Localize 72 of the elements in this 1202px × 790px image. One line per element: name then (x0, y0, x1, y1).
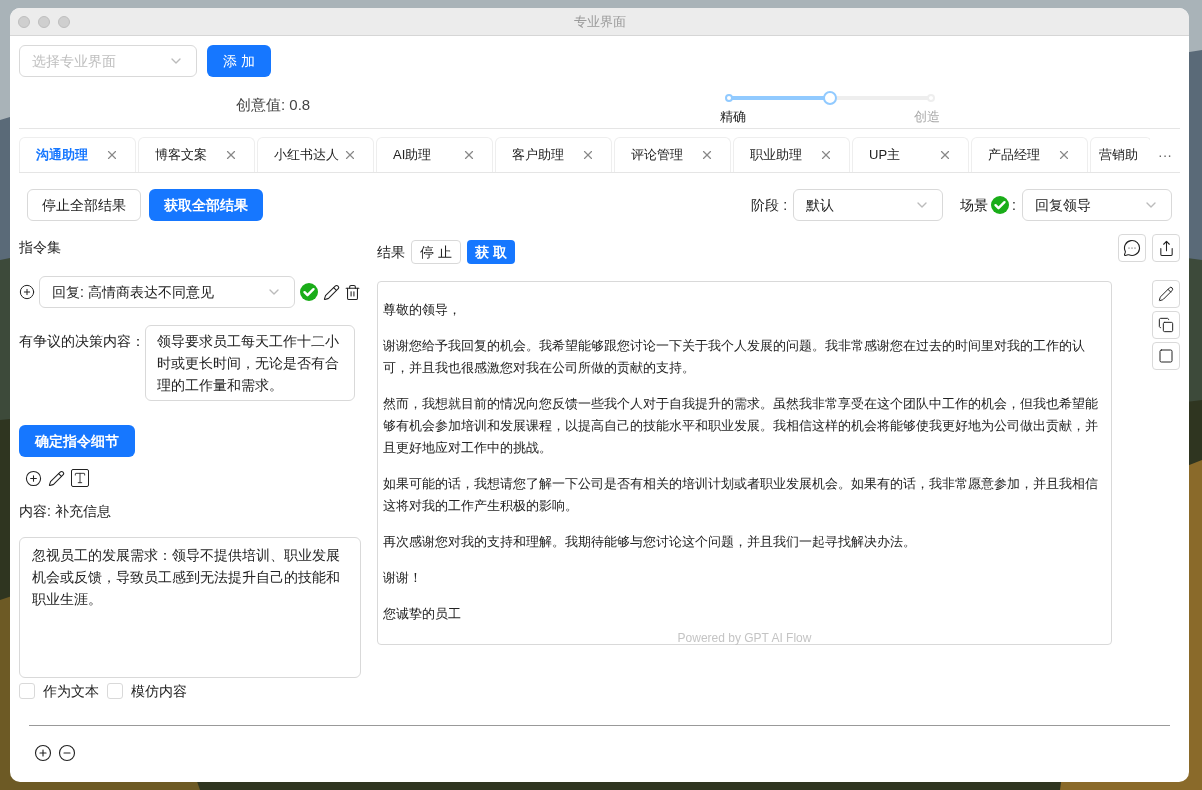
tab[interactable]: 博客文案 (138, 137, 255, 172)
chat-bubble-icon (1123, 239, 1141, 257)
stage-select[interactable]: 默认 (793, 189, 944, 221)
copy-icon (1158, 317, 1174, 333)
copy-button[interactable] (1152, 311, 1180, 339)
result-paragraph: 谢谢！ (383, 569, 423, 587)
close-icon[interactable] (224, 148, 238, 162)
result-paragraph: 您诚挚的员工 (383, 605, 462, 623)
more-tabs-button[interactable]: ··· (1150, 137, 1180, 172)
tab[interactable]: AI助理 (376, 137, 493, 172)
share-button[interactable] (1152, 234, 1180, 262)
decision-field[interactable]: 领导要求员工每天工作十二小时或更长时间，无论是否有合理的工作量和需求。 (145, 325, 355, 401)
confirm-instruction-button[interactable]: 确定指令细节 (19, 425, 135, 457)
add-circle-icon[interactable] (34, 744, 52, 762)
add-circle-icon[interactable] (19, 284, 35, 300)
powered-by-footer: Powered by GPT AI Flow (677, 629, 812, 647)
tab[interactable]: UP主 (852, 137, 969, 172)
creativity-value: 创意值: 0.8 (236, 95, 311, 115)
share-icon (1157, 239, 1175, 257)
text-box-icon[interactable] (71, 469, 89, 487)
close-icon[interactable] (105, 148, 119, 162)
checkbox[interactable] (107, 683, 123, 699)
checkbox-label: 模仿内容 (131, 682, 187, 701)
slider-min-label: 精确 (720, 108, 747, 126)
close-icon[interactable] (1057, 148, 1071, 162)
edit-button[interactable] (1152, 280, 1180, 308)
checkbox[interactable] (19, 683, 35, 699)
tab[interactable]: 营销助 (1090, 137, 1150, 172)
close-icon[interactable] (343, 148, 357, 162)
add-circle-icon[interactable] (25, 469, 42, 487)
stop-button[interactable]: 停 止 (411, 240, 461, 264)
tab[interactable]: 沟通助理 (19, 137, 136, 172)
scene-select[interactable]: 回复领导 (1022, 189, 1172, 221)
close-icon[interactable] (819, 148, 833, 162)
edit-icon[interactable] (323, 283, 340, 301)
field-label: 有争议的决策内容： (19, 332, 145, 351)
edit-icon[interactable] (48, 469, 65, 487)
stop-all-button[interactable]: 停止全部结果 (27, 189, 141, 221)
result-label: 结果 (377, 243, 405, 262)
scene-label: 场景 (960, 196, 989, 215)
result-paragraph: 尊敬的领导， (383, 301, 462, 319)
section-title: 指令集 (19, 238, 62, 257)
close-icon[interactable] (462, 148, 476, 162)
tab[interactable]: 小红书达人 (257, 137, 374, 172)
remove-circle-icon[interactable] (58, 744, 76, 762)
close-icon[interactable] (700, 148, 714, 162)
result-paragraph: 谢谢您给予我回复的机会。我希望能够跟您讨论一下关于我个人发展的问题。我非常感谢您在过去的时间里对我的工作的认可，并且我也很感激您对我在公司所做的贡献的支持。 (383, 337, 1086, 377)
result-paragraph: 再次感谢您对我的支持和理解。我期待能够与您讨论这个问题，并且我们一起寻找解决办法。 (383, 533, 917, 551)
result-paragraph: 然而，我想就目前的情况向您反馈一些我个人对于自我提升的需求。虽然我非常享受在这个团队中工作的机会，但我也希望能够有机会参加培训和发展课程，以提高自己的技能水平和职业发展。我相信这样的机会将能够使我更好地为公司做出贡献，并且更好地应对工作中的挑战。 (383, 395, 1099, 457)
get-all-button[interactable]: 获取全部结果 (149, 189, 263, 221)
add-button[interactable]: 添 加 (207, 45, 271, 77)
chat-button[interactable] (1118, 234, 1146, 262)
instruction-select[interactable]: 回复: 高情商表达不同意见 (39, 276, 295, 308)
scene-colon: : (1012, 196, 1016, 215)
delete-icon[interactable] (344, 283, 361, 301)
close-icon[interactable] (581, 148, 595, 162)
content-field[interactable]: 忽视员工的发展需求：领导不提供培训、职业发展机会或反馈，导致员工感到无法提升自己的技能和职业生涯。 (19, 537, 361, 678)
slider-thumb[interactable] (823, 91, 838, 105)
tab[interactable]: 产品经理 (971, 137, 1088, 172)
square-icon (1158, 348, 1174, 364)
edit-icon (1158, 286, 1174, 302)
content-label: 内容: 补充信息 (19, 502, 112, 521)
result-paragraph: 如果可能的话，我想请您了解一下公司是否有相关的培训计划或者职业发展机会。如果有的话，我非常愿意参加，并且我相信这将对我的工作产生积极的影响。 (383, 475, 1099, 515)
tab[interactable]: 评论管理 (614, 137, 731, 172)
window-title: 专业界面 (573, 12, 626, 31)
get-button[interactable]: 获 取 (466, 240, 515, 264)
tab[interactable]: 客户助理 (495, 137, 612, 172)
stage-label: 阶段 : (751, 196, 788, 215)
close-icon[interactable] (938, 148, 952, 162)
tab[interactable]: 职业助理 (733, 137, 850, 172)
slider-max-label: 创造 (914, 108, 941, 126)
checkbox-label: 作为文本 (43, 682, 99, 701)
